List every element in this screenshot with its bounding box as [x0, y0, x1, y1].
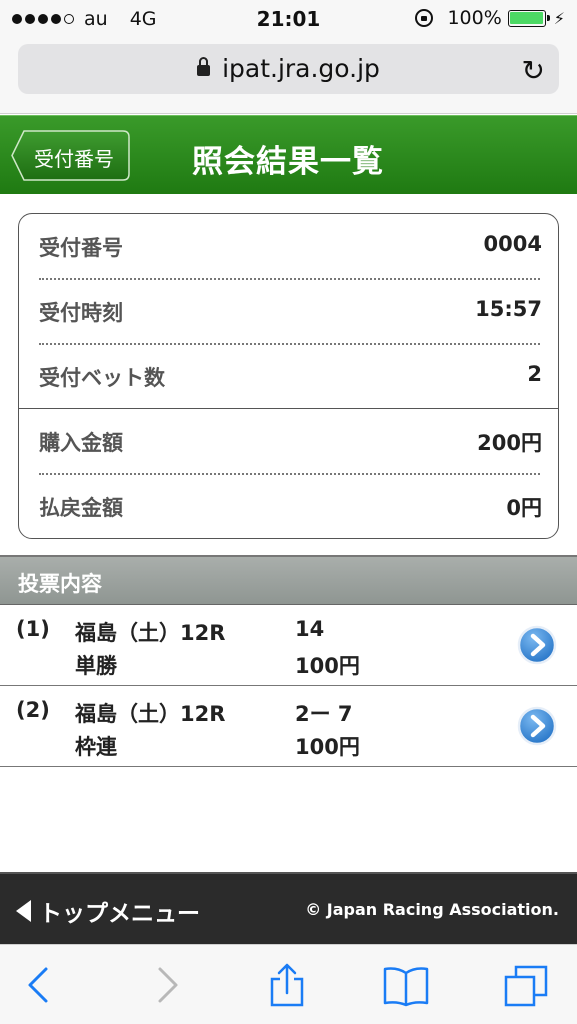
summary-row-bet-count: 受付ベット数 2	[19, 344, 558, 409]
status-bar: au 4G 21:01 100% ⚡	[0, 0, 577, 38]
summary-row-receipt-time: 受付時刻 15:57	[19, 279, 558, 344]
top-menu-label: トップメニュー	[39, 901, 200, 927]
bet-number: (1)	[16, 617, 50, 641]
bet-type: 枠連	[75, 735, 117, 759]
bet-amount: 100円	[295, 735, 360, 759]
bet-number: (2)	[16, 698, 50, 722]
summary-value: 2	[527, 362, 542, 386]
browser-toolbar	[0, 944, 577, 1024]
summary-row-payout-amount: 払戻金額 0円	[19, 474, 558, 538]
section-header: 投票内容	[0, 555, 577, 605]
bet-type: 単勝	[75, 654, 117, 678]
battery-icon	[507, 9, 550, 27]
summary-row-receipt-number: 受付番号 0004	[19, 214, 558, 279]
summary-value: 15:57	[475, 297, 542, 321]
back-button[interactable]: 受付番号	[10, 129, 131, 182]
battery-percent: 100%	[447, 7, 502, 29]
bet-race: 福島（土）12R	[75, 702, 226, 726]
status-right: 100% ⚡	[415, 7, 565, 29]
summary-label: 受付ベット数	[39, 366, 165, 390]
copyright-text: © Japan Racing Association.	[305, 900, 559, 919]
share-icon[interactable]	[262, 963, 312, 1007]
triangle-left-icon	[16, 900, 31, 922]
summary-value: 0円	[506, 496, 542, 520]
summary-row-purchase-amount: 購入金額 200円	[19, 409, 558, 474]
section-title: 投票内容	[18, 572, 102, 596]
bookmarks-icon[interactable]	[381, 963, 431, 1007]
charging-icon: ⚡	[553, 8, 565, 28]
forward-icon[interactable]	[140, 963, 190, 1007]
bet-row[interactable]: (1) 福島（土）12R 単勝 14 100円	[0, 605, 577, 686]
summary-value: 200円	[477, 431, 542, 455]
url-text: ipat.jra.go.jp	[222, 54, 380, 83]
back-button-label: 受付番号	[34, 147, 114, 171]
page-footer: トップメニュー © Japan Racing Association.	[0, 872, 577, 944]
chevron-right-icon[interactable]	[517, 706, 557, 746]
lock-icon	[197, 57, 211, 76]
tabs-icon[interactable]	[502, 963, 552, 1007]
bet-amount: 100円	[295, 654, 360, 678]
summary-label: 受付番号	[39, 236, 123, 260]
page-title: 照会結果一覧	[192, 144, 384, 180]
rotation-lock-icon	[415, 9, 434, 27]
back-icon[interactable]	[16, 963, 66, 1007]
summary-card: 受付番号 0004 受付時刻 15:57 受付ベット数 2 購入金額 200円 …	[18, 213, 559, 539]
bet-row[interactable]: (2) 福島（土）12R 枠連 2ー 7 100円	[0, 686, 577, 767]
bet-combination: 2ー 7	[295, 702, 353, 726]
address-bar[interactable]: ipat.jra.go.jp ↻	[18, 44, 559, 94]
summary-value: 0004	[483, 232, 542, 256]
summary-label: 受付時刻	[39, 301, 123, 325]
chevron-right-icon[interactable]	[517, 625, 557, 665]
summary-label: 購入金額	[39, 431, 123, 455]
page-header: 受付番号 照会結果一覧	[0, 115, 577, 194]
bet-race: 福島（土）12R	[75, 621, 226, 645]
top-menu-link[interactable]: トップメニュー	[16, 894, 200, 928]
summary-label: 払戻金額	[39, 496, 123, 520]
reload-icon[interactable]: ↻	[522, 54, 545, 87]
bet-combination: 14	[295, 617, 325, 641]
address-bar-area: ipat.jra.go.jp ↻	[0, 38, 577, 114]
